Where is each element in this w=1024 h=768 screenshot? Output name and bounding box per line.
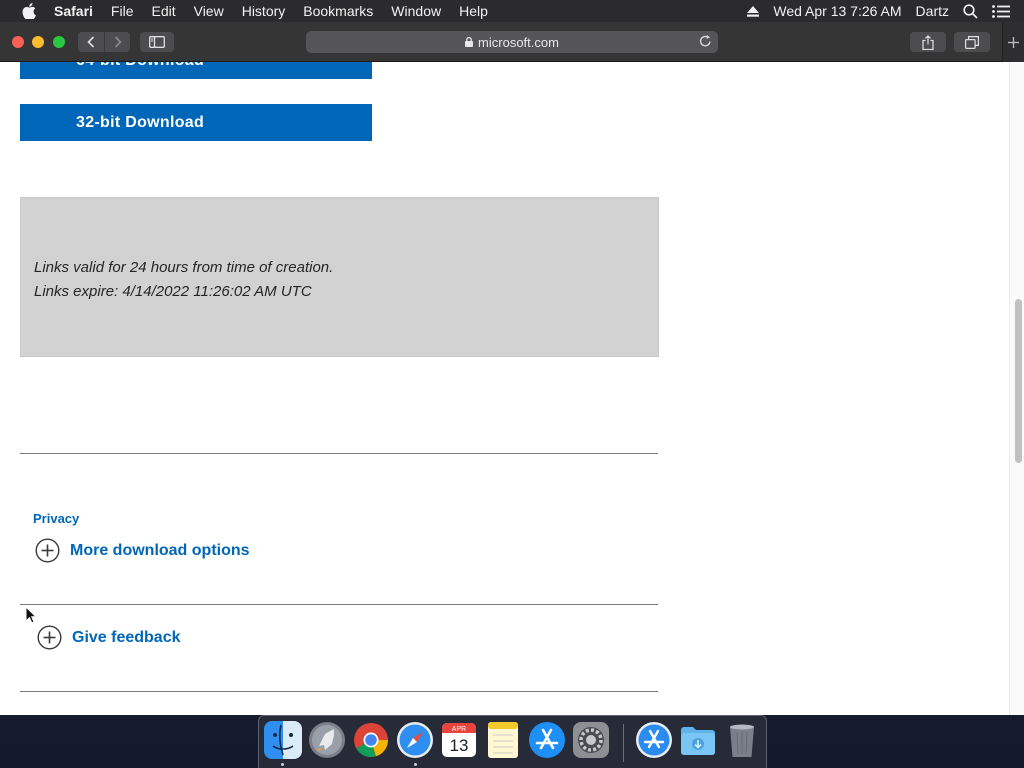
divider	[20, 453, 658, 454]
finder-icon[interactable]	[264, 721, 302, 759]
apple-menu-icon[interactable]	[20, 0, 38, 22]
vertical-scrollbar[interactable]	[1009, 62, 1024, 715]
notice-expiry-text: Links expire: 4/14/2022 11:26:02 AM UTC	[34, 283, 312, 300]
close-window-button[interactable]	[12, 36, 24, 48]
chevron-left-icon	[87, 36, 95, 48]
share-button[interactable]	[910, 32, 946, 52]
download-64bit-button[interactable]: 64-bit Download	[20, 62, 372, 79]
give-feedback-expander[interactable]: Give feedback	[37, 625, 181, 650]
calendar-day: 13	[450, 736, 469, 755]
menu-safari[interactable]: Safari	[54, 0, 93, 22]
safari-icon[interactable]	[396, 721, 434, 759]
notes-icon[interactable]	[484, 721, 522, 759]
menu-view[interactable]: View	[194, 0, 224, 22]
more-download-options-expander[interactable]: More download options	[35, 538, 250, 563]
clock[interactable]: Wed Apr 13 7:26 AM	[773, 3, 901, 19]
menu-window[interactable]: Window	[391, 0, 441, 22]
zoom-window-button[interactable]	[53, 36, 65, 48]
dock-separator	[623, 724, 624, 762]
spotlight-search-icon[interactable]	[963, 3, 978, 19]
menu-bookmarks[interactable]: Bookmarks	[303, 0, 373, 22]
running-indicator	[281, 763, 284, 766]
notice-validity-text: Links valid for 24 hours from time of cr…	[34, 259, 334, 276]
downloads-folder-icon[interactable]	[679, 721, 717, 759]
navigation-buttons	[78, 32, 130, 52]
dock: APR 13	[258, 715, 767, 768]
menu-history[interactable]: History	[242, 0, 286, 22]
give-feedback-label: Give feedback	[72, 628, 181, 646]
launchpad-icon[interactable]	[308, 721, 346, 759]
menu-help[interactable]: Help	[459, 0, 488, 22]
trash-icon[interactable]	[723, 721, 761, 759]
calendar-month: APR	[452, 726, 466, 733]
web-page: 64-bit Download 32-bit Download Links va…	[0, 62, 1024, 715]
tab-overview-icon	[965, 35, 979, 49]
sidebar-toggle-button[interactable]	[140, 32, 174, 52]
download-32bit-button[interactable]: 32-bit Download	[20, 104, 372, 141]
eject-icon[interactable]	[747, 5, 760, 17]
link-validity-notice: Links valid for 24 hours from time of cr…	[20, 197, 659, 357]
scrollbar-thumb[interactable]	[1015, 299, 1022, 463]
privacy-link[interactable]: Privacy	[33, 511, 79, 526]
divider	[20, 604, 658, 605]
more-download-options-label: More download options	[70, 541, 250, 559]
sidebar-icon	[149, 36, 165, 48]
user-name[interactable]: Dartz	[916, 3, 949, 19]
plus-icon	[1008, 36, 1019, 48]
mouse-pointer-icon	[25, 605, 38, 629]
running-indicator	[414, 763, 417, 766]
calendar-icon[interactable]: APR 13	[440, 721, 478, 759]
app-store-download-icon[interactable]	[635, 721, 673, 759]
share-icon	[922, 34, 934, 50]
url-text: microsoft.com	[478, 34, 559, 50]
notification-center-icon[interactable]	[992, 4, 1010, 18]
menu-bar: Safari File Edit View History Bookmarks …	[0, 0, 1024, 22]
plus-circle-icon	[35, 538, 60, 563]
app-store-icon[interactable]	[528, 721, 566, 759]
chevron-right-icon	[114, 36, 122, 48]
plus-circle-icon	[37, 625, 62, 650]
chrome-icon[interactable]	[352, 721, 390, 759]
browser-toolbar: microsoft.com	[0, 22, 1024, 62]
lock-icon	[465, 37, 474, 47]
system-preferences-icon[interactable]	[572, 721, 610, 759]
back-button[interactable]	[78, 32, 104, 52]
new-tab-button[interactable]	[1002, 22, 1024, 62]
address-bar[interactable]: microsoft.com	[306, 31, 718, 53]
menu-extras: Wed Apr 13 7:26 AM Dartz	[747, 0, 1024, 22]
divider	[20, 691, 658, 692]
menu-file[interactable]: File	[111, 0, 134, 22]
minimize-window-button[interactable]	[32, 36, 44, 48]
tab-overview-button[interactable]	[954, 32, 990, 52]
forward-button[interactable]	[104, 32, 130, 52]
menu-edit[interactable]: Edit	[151, 0, 175, 22]
reload-icon[interactable]	[699, 34, 712, 48]
